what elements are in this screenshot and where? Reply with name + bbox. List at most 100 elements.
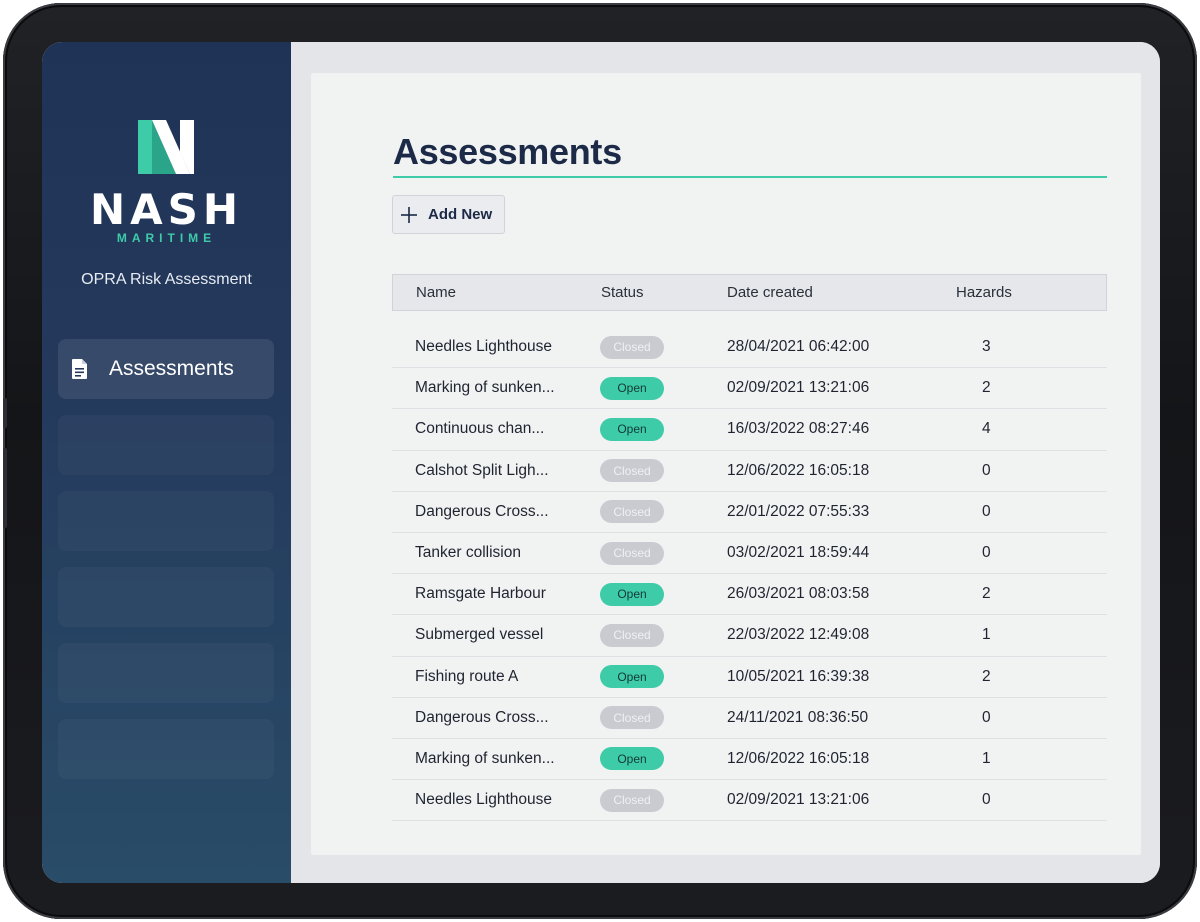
page-title: Assessments <box>393 131 622 172</box>
row-hazards: 0 <box>982 461 991 479</box>
brand-sub: MARITIME <box>116 231 217 245</box>
sidebar-item-placeholder <box>58 491 274 551</box>
row-name: Calshot Split Ligh... <box>415 461 549 479</box>
screen: NASH MARITIME OPRA Risk Assessment Asses… <box>42 42 1160 883</box>
row-hazards: 2 <box>982 585 991 603</box>
row-name: Submerged vessel <box>415 626 544 644</box>
row-date: 16/03/2022 08:27:46 <box>727 420 870 438</box>
nash-logo-icon <box>138 120 194 174</box>
sidebar-item-assessments[interactable]: Assessments <box>58 339 274 399</box>
row-name: Fishing route A <box>415 667 519 685</box>
assessments-panel: Assessments Add New Name Status Date cre… <box>311 73 1141 855</box>
row-hazards: 1 <box>982 626 991 644</box>
row-date: 02/09/2021 13:21:06 <box>727 791 870 809</box>
table-row[interactable]: Ramsgate Harbour Open 26/03/2021 08:03:58 2 <box>392 574 1107 616</box>
row-date: 10/05/2021 16:39:38 <box>727 667 870 685</box>
header-hazards[interactable]: Hazards <box>956 275 1012 310</box>
row-hazards: 2 <box>982 379 991 397</box>
row-name: Needles Lighthouse <box>415 791 553 809</box>
status-badge: Closed <box>600 623 664 647</box>
row-name: Ramsgate Harbour <box>415 585 546 603</box>
row-name: Marking of sunken... <box>415 379 555 397</box>
row-status-cell: Open <box>600 409 664 449</box>
row-status-cell: Closed <box>600 451 664 491</box>
plus-icon <box>401 206 417 223</box>
table-body: Needles Lighthouse Closed 28/04/2021 06:42… <box>392 327 1107 822</box>
table-row[interactable]: Needles Lighthouse Closed 28/04/2021 06:42… <box>392 327 1107 369</box>
add-new-label: Add New <box>428 206 493 223</box>
table-row[interactable]: Submerged vessel Closed 22/03/2022 12:49:0… <box>392 615 1107 657</box>
row-date: 28/04/2021 06:42:00 <box>727 338 870 356</box>
row-hazards: 0 <box>982 544 991 562</box>
row-date: 03/02/2021 18:59:44 <box>727 544 870 562</box>
status-badge: Closed <box>600 541 664 565</box>
sidebar: NASH MARITIME OPRA Risk Assessment Asses… <box>42 42 291 883</box>
row-status-cell: Closed <box>600 327 664 367</box>
sidebar-nav: Assessments <box>58 339 274 795</box>
row-name: Dangerous Cross... <box>415 708 549 726</box>
app-subtitle: OPRA Risk Assessment <box>81 271 252 288</box>
volume-button <box>3 398 7 428</box>
status-badge: Closed <box>600 335 664 359</box>
row-hazards: 4 <box>982 420 991 438</box>
row-hazards: 2 <box>982 667 991 685</box>
row-name: Needles Lighthouse <box>415 338 553 356</box>
row-status-cell: Closed <box>600 698 664 738</box>
status-badge: Open <box>600 376 664 400</box>
header-name[interactable]: Name <box>416 275 456 310</box>
row-status-cell: Open <box>600 574 664 614</box>
sidebar-item-placeholder <box>58 719 274 779</box>
row-date: 24/11/2021 08:36:50 <box>727 708 869 726</box>
row-name: Continuous chan... <box>415 420 545 438</box>
brand-name: NASH <box>89 185 244 234</box>
header-date[interactable]: Date created <box>727 275 813 310</box>
table-row[interactable]: Calshot Split Ligh... Closed 12/06/2022 16… <box>392 451 1107 492</box>
table-row[interactable]: Dangerous Cross... Closed 22/01/2022 07:55… <box>392 492 1107 533</box>
row-date: 22/03/2022 12:49:08 <box>727 626 870 644</box>
table-row[interactable]: Continuous chan... Open 16/03/2022 08:27:4… <box>392 409 1107 451</box>
sidebar-item-placeholder <box>58 415 274 475</box>
table-row[interactable]: Fishing route A Open 10/05/2021 16:39:38 2 <box>392 657 1107 698</box>
row-hazards: 0 <box>982 502 991 520</box>
row-date: 12/06/2022 16:05:18 <box>727 461 870 479</box>
row-status-cell: Open <box>600 368 664 408</box>
table-row[interactable]: Marking of sunken... Open 02/09/2021 13:21… <box>392 368 1107 410</box>
row-status-cell: Closed <box>600 780 664 820</box>
row-name: Marking of sunken... <box>415 749 555 767</box>
row-hazards: 1 <box>982 749 991 767</box>
status-badge: Open <box>600 665 664 689</box>
status-badge: Closed <box>600 788 664 812</box>
side-button <box>3 448 7 528</box>
add-new-button[interactable]: Add New <box>392 195 505 234</box>
main-content: Assessments Add New Name Status Date cre… <box>291 42 1160 883</box>
sidebar-item-label: Assessments <box>109 357 234 380</box>
row-name: Tanker collision <box>415 544 521 562</box>
row-status-cell: Closed <box>600 615 664 655</box>
row-status-cell: Closed <box>600 492 664 532</box>
row-status-cell: Open <box>600 739 664 779</box>
row-date: 26/03/2021 08:03:58 <box>727 585 870 603</box>
status-badge: Closed <box>600 706 664 730</box>
row-hazards: 0 <box>982 708 991 726</box>
status-badge: Closed <box>600 459 664 483</box>
table-row[interactable]: Dangerous Cross... Closed 24/11/2021 08:36… <box>392 698 1107 739</box>
sidebar-item-placeholder <box>58 643 274 703</box>
table-row[interactable]: Tanker collision Closed 03/02/2021 18:59:4… <box>392 533 1107 575</box>
table-header: Name Status Date created Hazards <box>392 274 1107 311</box>
table-row[interactable]: Needles Lighthouse Closed 02/09/2021 13:21… <box>392 780 1107 822</box>
row-hazards: 3 <box>982 338 991 356</box>
row-date: 12/06/2022 16:05:18 <box>727 749 870 767</box>
row-hazards: 0 <box>982 791 991 809</box>
sidebar-item-placeholder <box>58 567 274 627</box>
status-badge: Open <box>600 747 664 771</box>
status-badge: Open <box>600 582 664 606</box>
row-date: 22/01/2022 07:55:33 <box>727 502 870 520</box>
row-date: 02/09/2021 13:21:06 <box>727 379 870 397</box>
document-icon <box>72 359 87 379</box>
status-badge: Open <box>600 417 664 441</box>
table-row[interactable]: Marking of sunken... Open 12/06/2022 16:05… <box>392 739 1107 781</box>
row-status-cell: Open <box>600 657 664 697</box>
row-status-cell: Closed <box>600 533 664 573</box>
row-name: Dangerous Cross... <box>415 502 549 520</box>
header-status[interactable]: Status <box>601 275 644 310</box>
